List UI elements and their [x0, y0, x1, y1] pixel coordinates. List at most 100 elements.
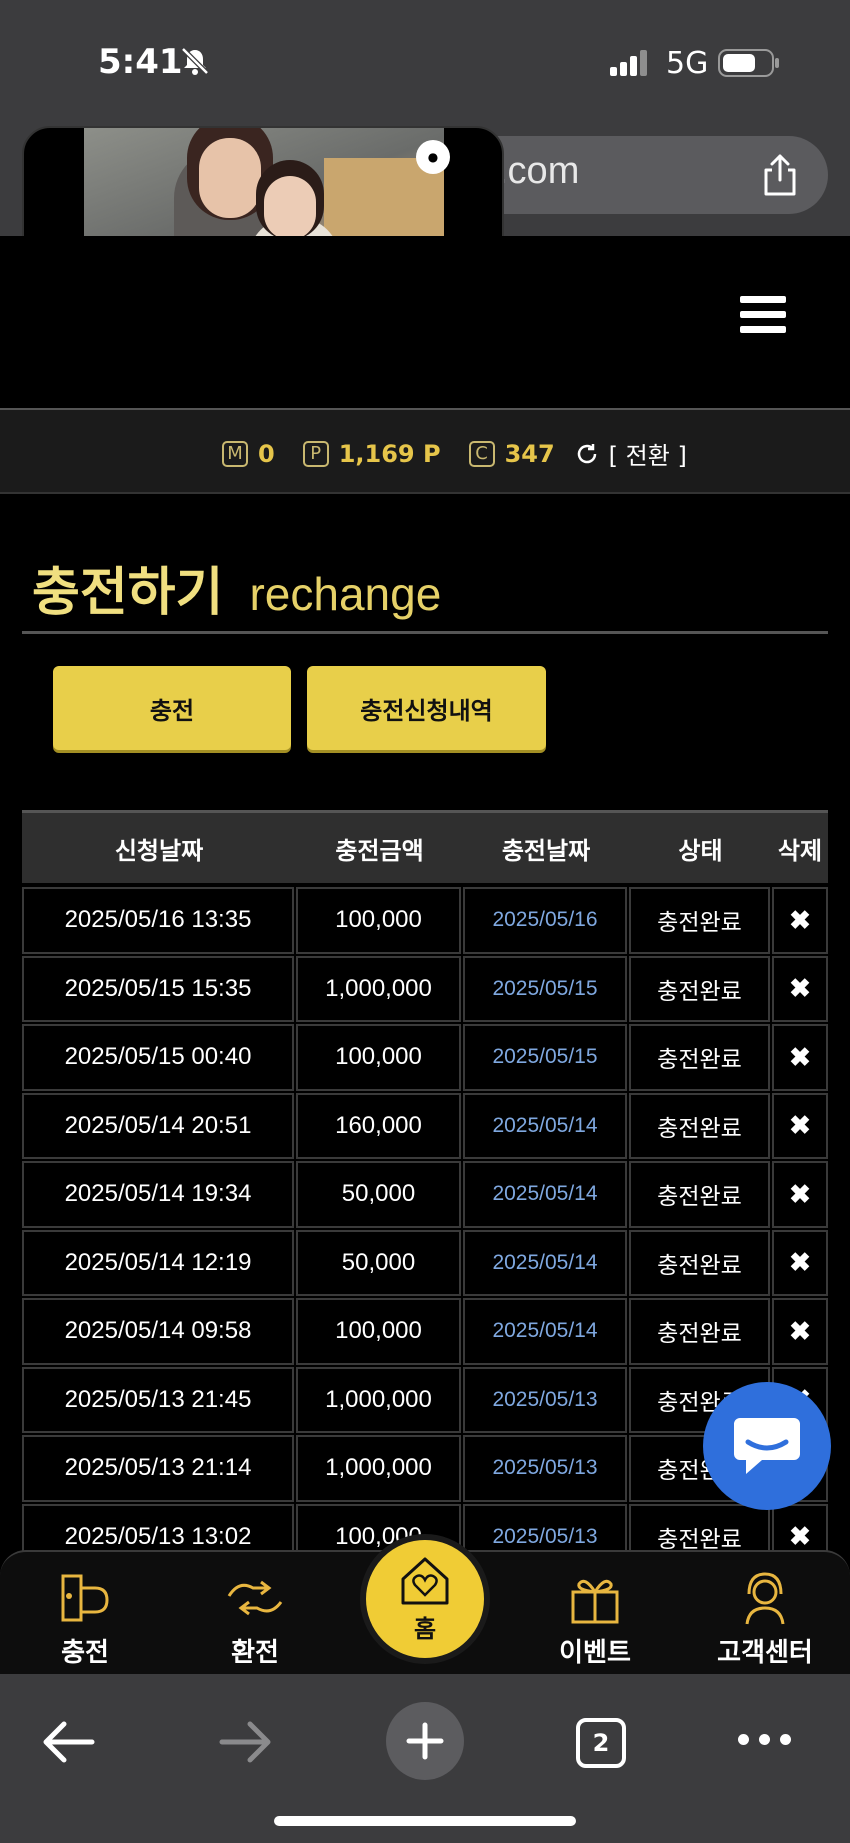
charge-date-cell: 2025/05/15 — [463, 1024, 627, 1091]
amount-cell: 100,000 — [296, 1298, 461, 1365]
refresh-icon[interactable] — [575, 442, 599, 466]
delete-x-icon[interactable]: ✖ — [789, 905, 811, 936]
table-header: 신청날짜 충전금액 충전날짜 상태 삭제 — [22, 810, 828, 883]
delete-cell: ✖ — [772, 887, 828, 954]
channel-logo-icon: ● — [416, 140, 450, 174]
delete-x-icon[interactable]: ✖ — [789, 1521, 811, 1552]
home-heart-icon — [401, 1557, 449, 1604]
charge-date-cell: 2025/05/14 — [463, 1229, 627, 1296]
support-agent-icon — [745, 1572, 785, 1625]
nav-item-home[interactable]: 홈 — [360, 1534, 490, 1664]
forward-arrow-icon[interactable] — [218, 1718, 274, 1766]
page-subtitle: rechange — [249, 568, 442, 620]
coupon-balance: 347 — [504, 439, 555, 468]
request-date-cell: 2025/05/14 19:34 — [22, 1161, 294, 1228]
plus-icon — [406, 1722, 444, 1760]
amount-cell: 100,000 — [296, 887, 461, 954]
request-date-cell: 2025/05/15 15:35 — [22, 955, 294, 1022]
delete-x-icon[interactable]: ✖ — [789, 973, 811, 1004]
delete-x-icon[interactable]: ✖ — [789, 1247, 811, 1278]
charge-date-cell: 2025/05/14 — [463, 1092, 627, 1159]
delete-cell: ✖ — [772, 1024, 828, 1091]
delete-cell: ✖ — [772, 1161, 828, 1228]
delete-cell: ✖ — [772, 955, 828, 1022]
amount-cell: 1,000,000 — [296, 1435, 461, 1502]
request-date-cell: 2025/05/16 13:35 — [22, 887, 294, 954]
table-row: 2025/05/16 13:35 100,000 2025/05/16 충전완료 ✖ — [22, 887, 828, 956]
table-row: 2025/05/14 19:34 50,000 2025/05/14 충전완료 ✖ — [22, 1161, 828, 1230]
exchange-icon — [227, 1580, 283, 1616]
hamburger-menu-icon[interactable] — [740, 296, 786, 336]
live-chat-button[interactable] — [703, 1382, 831, 1510]
nav-item-support[interactable]: 고객센터 — [690, 1570, 840, 1669]
money-badge-icon: M — [222, 440, 248, 467]
charge-history-button[interactable]: 충전신청내역 — [307, 666, 546, 750]
address-bar[interactable]: .com — [455, 136, 828, 214]
home-indicator — [274, 1816, 576, 1826]
status-cell: 충전완료 — [629, 887, 770, 954]
charge-date-cell: 2025/05/13 — [463, 1435, 627, 1502]
amount-cell: 160,000 — [296, 1092, 461, 1159]
request-date-cell: 2025/05/14 20:51 — [22, 1092, 294, 1159]
charge-date-cell: 2025/05/14 — [463, 1161, 627, 1228]
page-title: 충전하기 rechange — [32, 550, 441, 625]
header-request-date: 신청날짜 — [114, 836, 204, 865]
charge-button[interactable]: 충전 — [53, 666, 291, 750]
tab-switcher-button[interactable]: 2 — [576, 1718, 626, 1768]
amount-cell: 1,000,000 — [296, 1366, 461, 1433]
cell-signal-icon — [610, 50, 647, 76]
request-date-cell: 2025/05/14 12:19 — [22, 1229, 294, 1296]
charge-date-cell: 2025/05/15 — [463, 955, 627, 1022]
battery-icon — [718, 49, 779, 77]
divider — [22, 631, 828, 634]
delete-cell: ✖ — [772, 1092, 828, 1159]
back-arrow-icon[interactable] — [40, 1718, 96, 1766]
amount-cell: 50,000 — [296, 1161, 461, 1228]
url-text: .com — [497, 150, 580, 192]
charge-icon — [61, 1574, 109, 1622]
table-row: 2025/05/15 15:35 1,000,000 2025/05/15 충전완료 ✖ — [22, 955, 828, 1025]
status-cell: 충전완료 — [629, 1298, 770, 1365]
request-date-cell: 2025/05/15 00:40 — [22, 1024, 294, 1091]
share-icon[interactable] — [762, 154, 798, 196]
network-label: 5G — [666, 46, 709, 81]
gift-icon — [571, 1579, 619, 1624]
delete-x-icon[interactable]: ✖ — [789, 1110, 811, 1141]
money-balance: 0 — [258, 439, 275, 468]
delete-cell: ✖ — [772, 1229, 828, 1296]
status-cell: 충전완료 — [629, 1024, 770, 1091]
header-charge-date: 충전날짜 — [501, 836, 591, 865]
delete-x-icon[interactable]: ✖ — [789, 1179, 811, 1210]
request-date-cell: 2025/05/14 09:58 — [22, 1298, 294, 1365]
nav-item-charge[interactable]: 충전 — [10, 1570, 160, 1669]
table-row: 2025/05/15 00:40 100,000 2025/05/15 충전완료 ✖ — [22, 1024, 828, 1093]
page-title-korean: 충전하기 — [32, 563, 224, 623]
header-delete: 삭제 — [777, 836, 823, 865]
point-badge-icon: P — [302, 440, 329, 467]
status-cell: 충전완료 — [629, 1161, 770, 1228]
request-date-cell: 2025/05/13 21:45 — [22, 1366, 294, 1433]
status-time: 5:41 — [98, 42, 183, 82]
more-options-icon[interactable] — [738, 1734, 791, 1745]
amount-cell: 100,000 — [296, 1024, 461, 1091]
delete-x-icon[interactable]: ✖ — [789, 1316, 811, 1347]
status-cell: 충전완료 — [629, 955, 770, 1022]
new-tab-button[interactable] — [386, 1702, 464, 1780]
table-row: 2025/05/14 12:19 50,000 2025/05/14 충전완료 ✖ — [22, 1229, 828, 1299]
nav-item-exchange[interactable]: 환전 — [180, 1570, 330, 1669]
table-row: 2025/05/14 09:58 100,000 2025/05/14 충전완료 ✖ — [22, 1298, 828, 1367]
chat-icon — [734, 1418, 800, 1474]
coupon-badge-icon: C — [468, 440, 495, 467]
header-status: 상태 — [678, 836, 723, 865]
switch-button[interactable]: [ 전환 ] — [609, 436, 687, 471]
delete-cell: ✖ — [772, 1298, 828, 1365]
charge-date-cell: 2025/05/16 — [463, 887, 627, 954]
bell-slash-icon — [181, 47, 209, 75]
status-cell: 충전완료 — [629, 1229, 770, 1296]
request-date-cell: 2025/05/13 21:14 — [22, 1435, 294, 1502]
header-amount: 충전금액 — [335, 836, 424, 865]
nav-item-event[interactable]: 이벤트 — [520, 1570, 670, 1669]
point-balance: 1,169 P — [338, 439, 441, 468]
delete-x-icon[interactable]: ✖ — [789, 1042, 811, 1073]
table-row: 2025/05/14 20:51 160,000 2025/05/14 충전완료 ✖ — [22, 1092, 828, 1162]
